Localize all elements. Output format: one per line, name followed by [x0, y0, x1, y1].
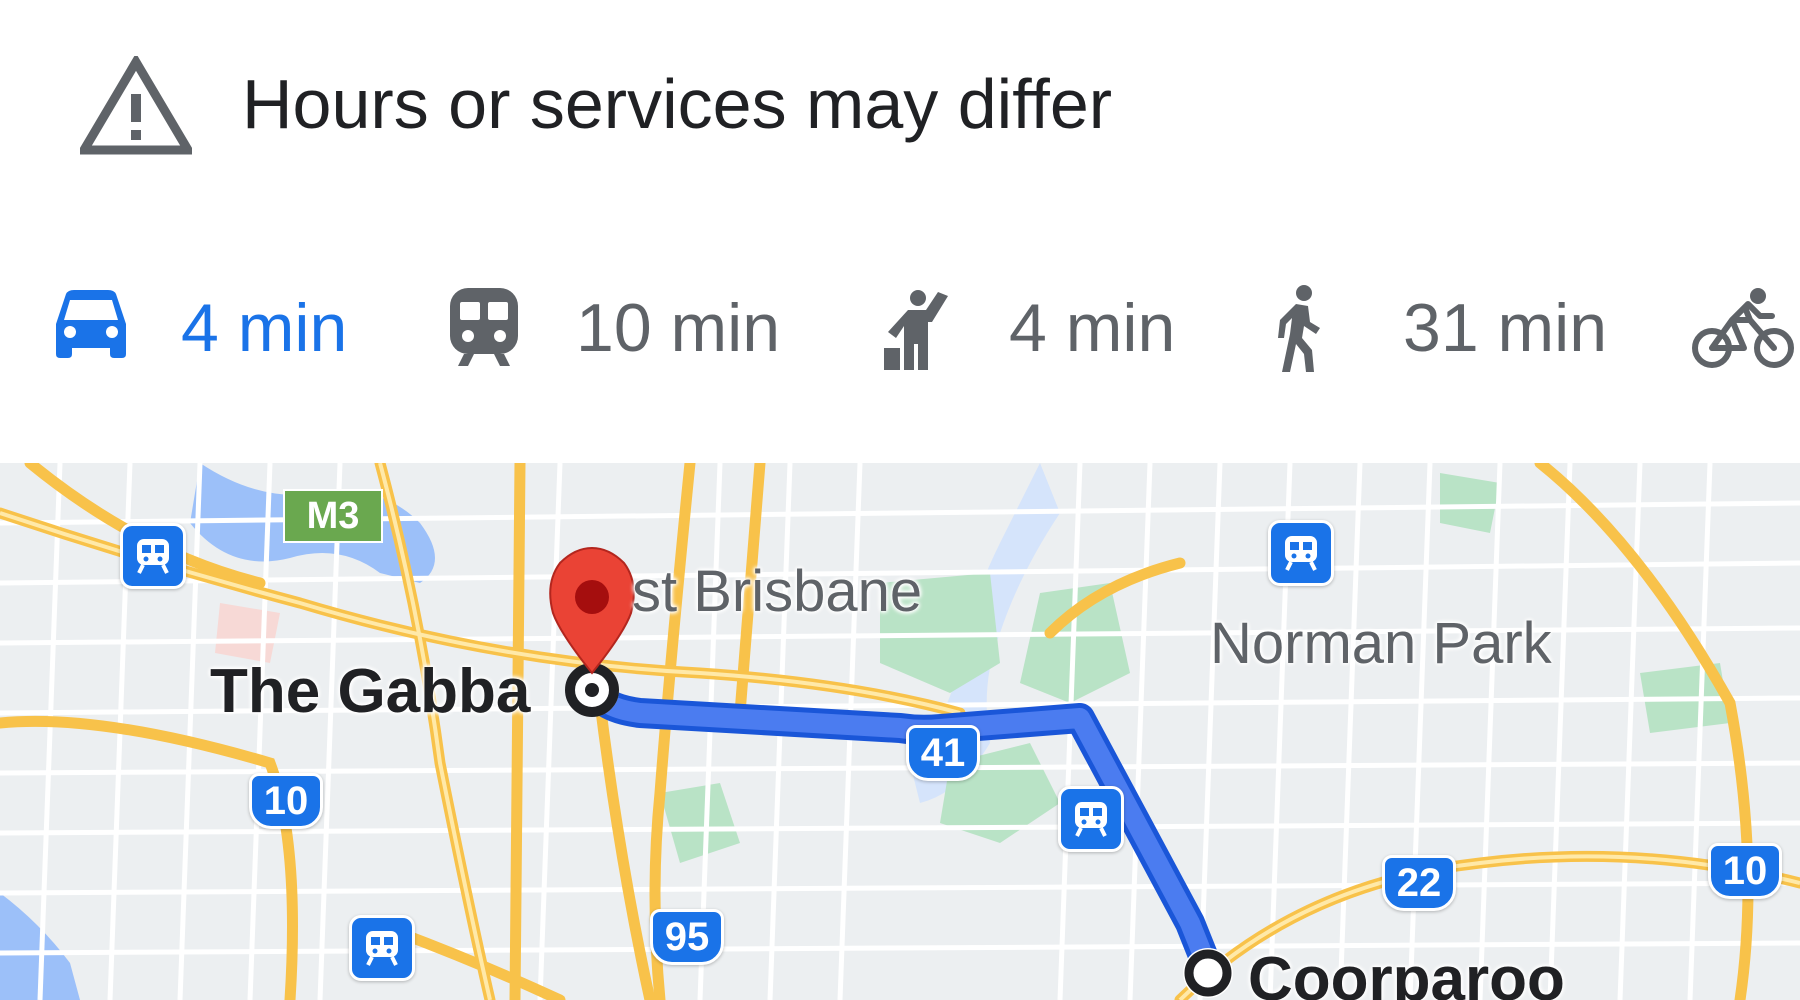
route-22-shield: 22	[1382, 855, 1456, 911]
warning-icon	[80, 56, 192, 155]
red-pin-icon	[549, 546, 635, 675]
travel-mode-tabs: 4 min 10 min 4 min 31 min	[0, 258, 1800, 718]
hail-icon	[884, 290, 948, 370]
destination-label[interactable]: Coorparoo	[1248, 949, 1565, 1000]
tab-cycling[interactable]	[1690, 258, 1800, 458]
transit-time: 10 min	[576, 290, 781, 366]
train-station-icon[interactable]	[120, 523, 186, 589]
route-10-shield: 10	[249, 773, 323, 829]
area-label-east-brisbane: st Brisbane	[632, 559, 923, 624]
tab-transit[interactable]: 10 min	[440, 258, 800, 458]
driving-time: 4 min	[181, 290, 348, 366]
train-station-icon[interactable]	[1268, 520, 1334, 586]
park	[1440, 473, 1500, 533]
walking-time: 31 min	[1403, 290, 1608, 366]
route-95-shield: 95	[650, 909, 724, 965]
origin-label[interactable]: The Gabba	[210, 661, 530, 723]
park	[660, 783, 740, 863]
area-label-norman-park: Norman Park	[1210, 611, 1552, 676]
end-ring-icon	[1183, 948, 1233, 998]
m3-shield: M3	[283, 489, 383, 543]
tab-ride-hailing[interactable]: 4 min	[878, 258, 1198, 458]
train-icon	[450, 288, 518, 366]
walking-icon	[1278, 285, 1320, 372]
alert-text: Hours or services may differ	[242, 65, 1113, 143]
tab-driving[interactable]: 4 min	[40, 258, 360, 458]
train-station-icon[interactable]	[349, 915, 415, 981]
route-10-shield: 10	[1708, 843, 1782, 899]
tab-walking[interactable]: 31 min	[1270, 258, 1630, 458]
map-canvas	[0, 463, 1800, 1000]
hours-alert-banner: Hours or services may differ	[0, 0, 1800, 210]
bicycle-icon	[1692, 288, 1794, 368]
car-icon	[56, 290, 126, 358]
stadium-area	[215, 603, 280, 663]
route-41-shield: 41	[906, 725, 980, 781]
route-map[interactable]: M3 41 10 22 10 95 st Brisbane Norman Par…	[0, 463, 1800, 1000]
ride-hailing-time: 4 min	[1009, 290, 1176, 366]
train-station-icon[interactable]	[1058, 786, 1124, 852]
